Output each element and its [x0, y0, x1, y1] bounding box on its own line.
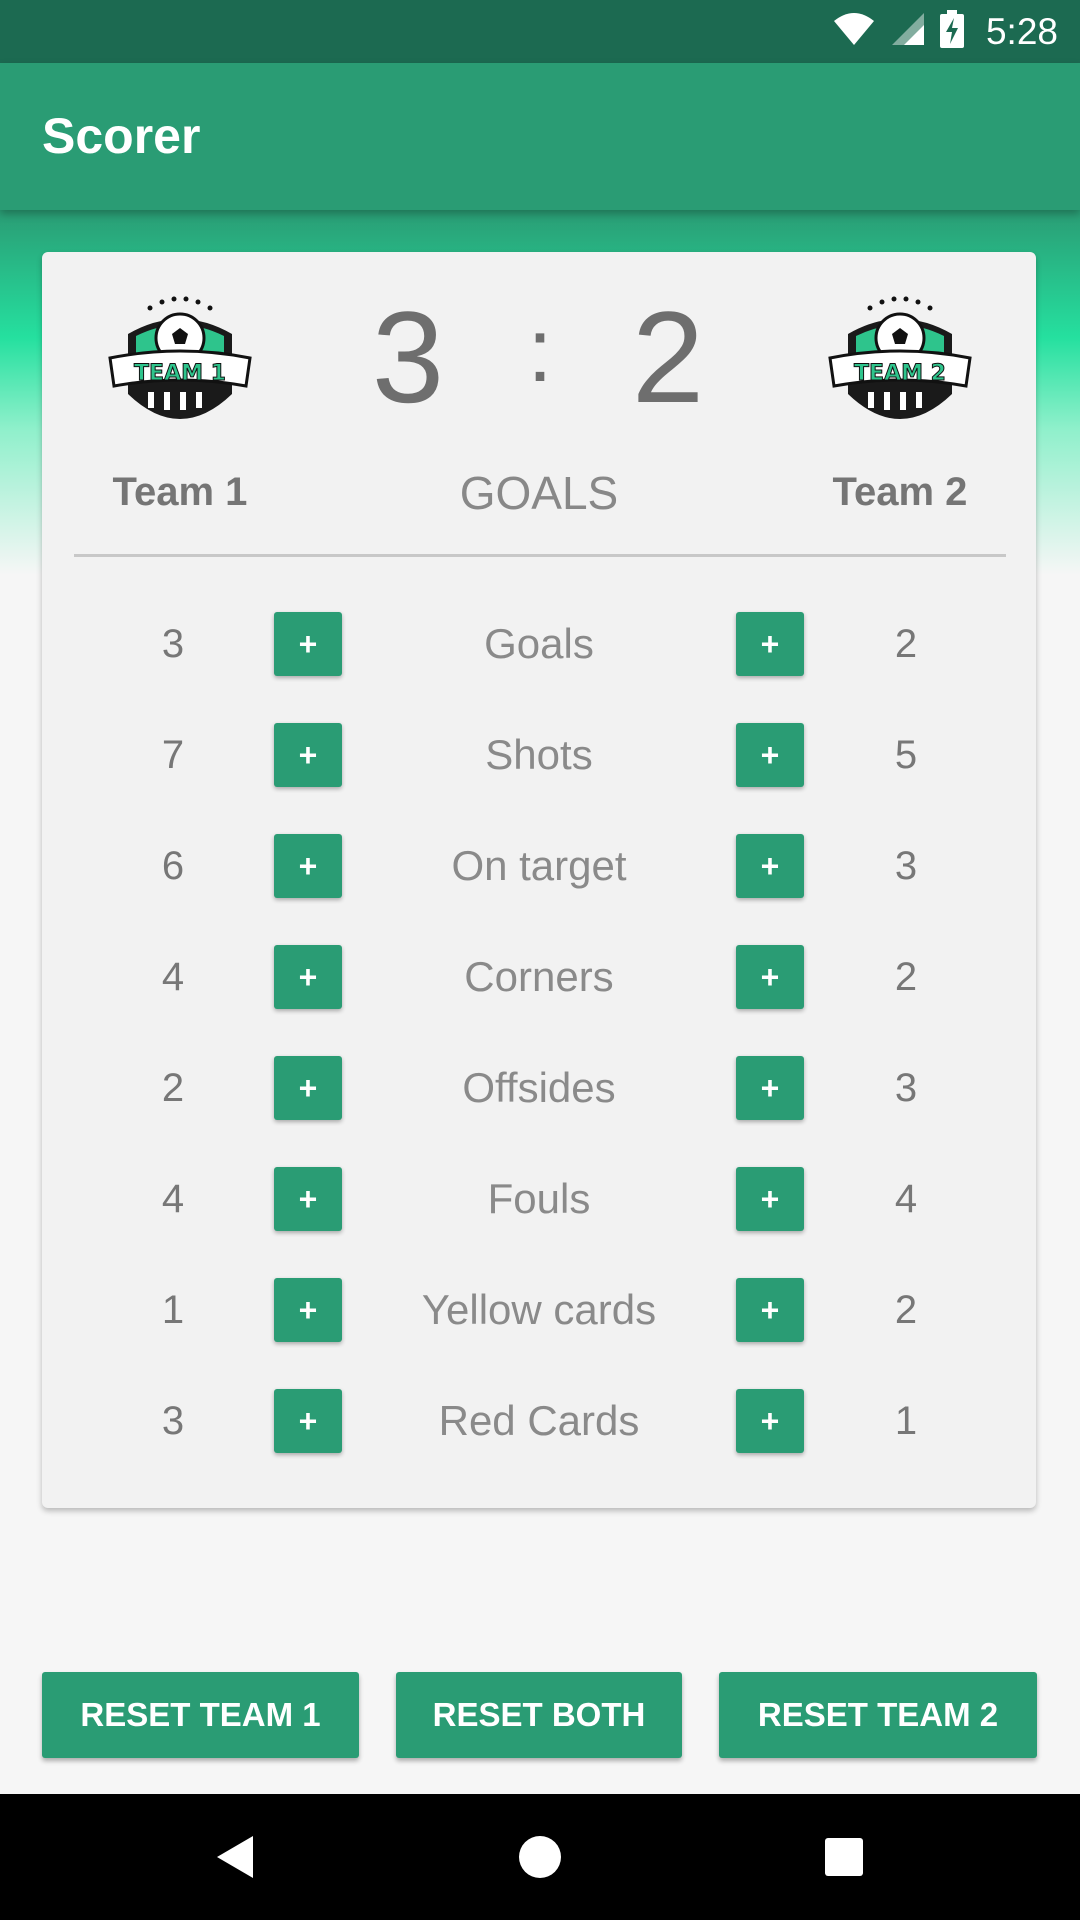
app-bar: Scorer: [0, 63, 1080, 210]
team2-name: Team 2: [832, 470, 968, 514]
recent-apps-icon[interactable]: [784, 1794, 904, 1920]
reset-team1-button[interactable]: RESET TEAM 1: [42, 1672, 359, 1758]
stat-row-fouls: 4 + Fouls + 4: [42, 1167, 1036, 1231]
team1-stat-value: 4: [161, 955, 185, 999]
stat-row-corners: 4 + Corners + 2: [42, 945, 1036, 1009]
team2-add-yellow-card-button[interactable]: +: [736, 1278, 804, 1342]
team1-stat-value: 7: [161, 733, 185, 777]
stat-label: Offsides: [462, 1064, 616, 1111]
stat-label: Goals: [484, 620, 594, 667]
team2-add-corner-button[interactable]: +: [736, 945, 804, 1009]
battery-charging-icon: [939, 10, 964, 53]
team2-stat-value: 5: [894, 733, 918, 777]
status-bar: 5:28: [0, 0, 1080, 63]
team1-stat-value: 6: [161, 844, 185, 888]
team1-stat-value: 1: [161, 1288, 185, 1332]
team1-stat-value: 3: [161, 1399, 185, 1443]
stat-label: Corners: [464, 953, 614, 1000]
team2-crest-icon: TEAM 2: [828, 294, 972, 444]
stat-row-on-target: 6 + On target + 3: [42, 834, 1036, 898]
score-separator: :: [527, 301, 553, 401]
team2-add-red-card-button[interactable]: +: [736, 1389, 804, 1453]
team2-stat-value: 1: [894, 1399, 918, 1443]
team1-stat-value: 3: [161, 622, 185, 666]
team2-crest-label: TEAM 2: [854, 361, 946, 386]
stat-row-red-cards: 3 + Red Cards + 1: [42, 1389, 1036, 1453]
status-icons: 5:28: [832, 0, 1058, 63]
team1-score: 3: [371, 284, 445, 430]
stat-label: Red Cards: [438, 1397, 640, 1444]
wifi-icon: [832, 11, 876, 52]
team2-stat-value: 3: [894, 844, 918, 888]
team2-add-goal-button[interactable]: +: [736, 612, 804, 676]
team1-stat-value: 2: [161, 1066, 185, 1110]
stat-label: Yellow cards: [421, 1286, 657, 1333]
team2-add-on-target-button[interactable]: +: [736, 834, 804, 898]
team2-stat-value: 3: [894, 1066, 918, 1110]
stat-label: On target: [451, 842, 627, 889]
reset-team2-button[interactable]: RESET TEAM 2: [719, 1672, 1037, 1758]
back-icon[interactable]: [175, 1794, 295, 1920]
signal-icon: [890, 11, 926, 52]
team2-score: 2: [631, 284, 705, 430]
stat-label: Fouls: [487, 1175, 591, 1222]
divider: [74, 554, 1006, 557]
team2-stat-value: 2: [894, 622, 918, 666]
stat-row-goals: 3 + Goals + 2: [42, 612, 1036, 676]
team2-add-shot-button[interactable]: +: [736, 723, 804, 787]
status-time: 5:28: [985, 10, 1058, 52]
app-title: Scorer: [42, 108, 201, 164]
team2-add-offside-button[interactable]: +: [736, 1056, 804, 1120]
stat-label: Shots: [485, 731, 593, 778]
navigation-bar: [0, 1794, 1080, 1920]
team2-stat-value: 2: [894, 1288, 918, 1332]
reset-both-button[interactable]: RESET BOTH: [396, 1672, 682, 1758]
team2-add-foul-button[interactable]: +: [736, 1167, 804, 1231]
team2-stat-value: 2: [894, 955, 918, 999]
team1-crest-icon: TEAM 1: [108, 294, 252, 444]
stat-row-yellow-cards: 1 + Yellow cards + 2: [42, 1278, 1036, 1342]
team2-stat-value: 4: [894, 1177, 918, 1221]
stat-row-offsides: 2 + Offsides + 3: [42, 1056, 1036, 1120]
team1-crest-label: TEAM 1: [134, 361, 226, 386]
team1-stat-value: 4: [161, 1177, 185, 1221]
scoreboard-card: TEAM 1 TEAM 2 3 : 2 Team 1 GOALS Team 2 …: [42, 252, 1036, 1508]
stat-row-shots: 7 + Shots + 5: [42, 723, 1036, 787]
home-icon[interactable]: [480, 1794, 600, 1920]
